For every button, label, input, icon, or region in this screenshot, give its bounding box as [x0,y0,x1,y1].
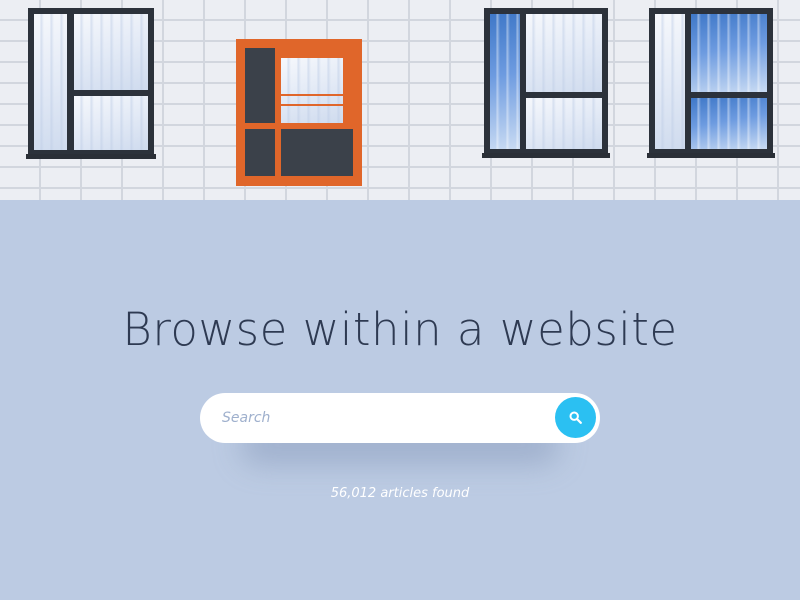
window-sill [647,153,775,158]
window-pane [245,48,275,123]
window-sill [26,154,156,159]
search-button[interactable] [555,397,596,438]
window-pane [526,98,602,149]
window-pane [691,14,767,92]
window-4 [649,8,773,155]
search-icon [569,411,582,424]
window-pane [245,129,275,176]
results-count: 56,012 articles found [330,486,470,501]
window-pane [691,98,767,149]
window-pane [490,14,520,149]
window-pane [74,96,148,150]
page: Browse within a website 56,012 articles … [0,0,800,600]
search-bar [200,393,600,443]
window-pane [34,14,67,150]
window-pane [74,14,148,90]
search-input[interactable] [222,393,542,443]
window-pane [655,14,685,149]
window-rail [276,94,352,96]
page-title: Browse within a website [122,303,678,356]
window-2 [236,39,362,186]
window-pane [281,58,343,123]
window-1 [28,8,154,156]
hero-image [0,0,800,200]
window-pane [281,129,353,176]
window-sill [482,153,610,158]
window-pane [526,14,602,92]
window-rail [276,104,352,106]
window-3 [484,8,608,155]
